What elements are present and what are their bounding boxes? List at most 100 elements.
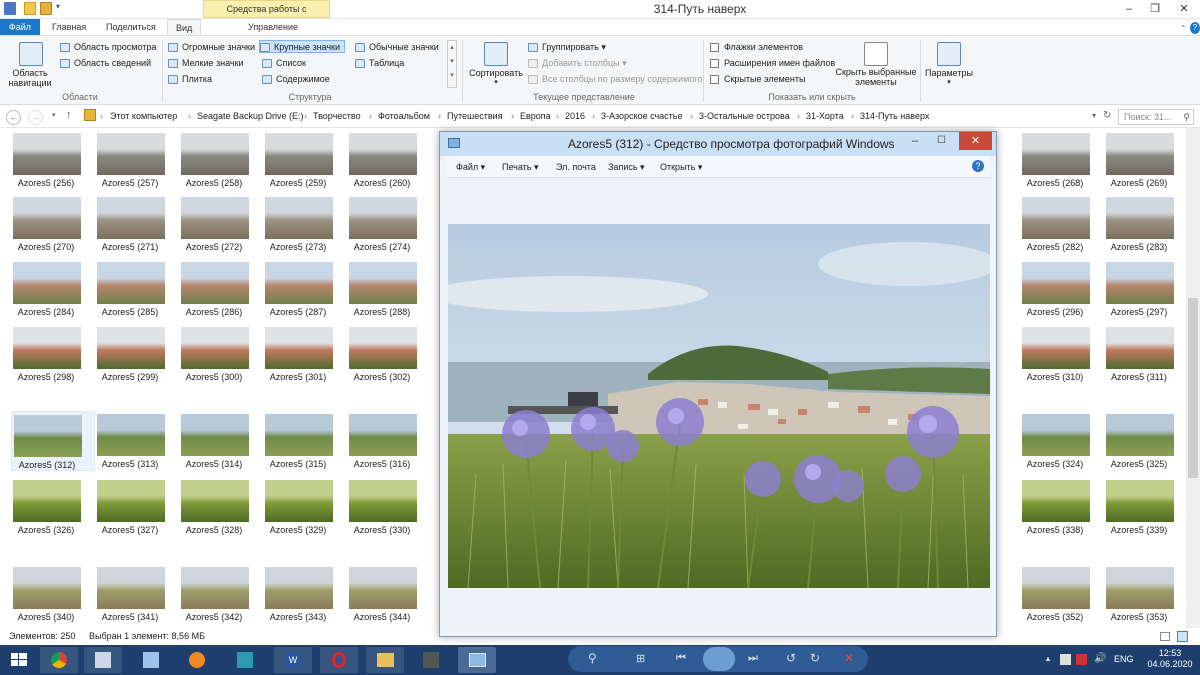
file-thumbnail[interactable]: Azores5 (256) [11, 130, 95, 190]
file-thumbnail[interactable]: Azores5 (353) [1104, 564, 1188, 624]
zoom-icon[interactable]: ⚲ [588, 651, 597, 665]
layout-scroll-icon[interactable]: ▴ ▾ ▾ [447, 40, 457, 88]
breadcrumb-separator-icon[interactable]: › [851, 111, 854, 121]
breadcrumb-separator-icon[interactable]: › [369, 111, 372, 121]
file-thumbnail[interactable]: Azores5 (298) [11, 324, 95, 384]
viewer-help-icon[interactable]: ? [972, 160, 984, 172]
breadcrumb-separator-icon[interactable]: › [690, 111, 693, 121]
viewer-menu-email[interactable]: Эл. почта [556, 162, 596, 172]
file-thumbnail[interactable]: Azores5 (258) [179, 130, 263, 190]
file-thumbnail[interactable]: Azores5 (313) [95, 411, 179, 471]
file-thumbnail[interactable]: Azores5 (257) [95, 130, 179, 190]
file-thumbnail[interactable]: Azores5 (287) [263, 259, 347, 319]
sort-dropdown-icon[interactable]: ▾ [468, 76, 524, 89]
navigation-pane-button[interactable]: Область навигации [4, 68, 56, 90]
layout-tiles[interactable]: Плитка [168, 73, 212, 86]
breadcrumb-separator-icon[interactable]: › [100, 111, 103, 121]
options-dropdown-icon[interactable]: ▾ [922, 76, 976, 89]
file-thumbnail[interactable]: Azores5 (272) [179, 194, 263, 254]
details-view-icon[interactable] [1160, 632, 1170, 641]
viewer-menu-burn[interactable]: Запись ▾ [608, 162, 645, 173]
ribbon-collapse-icon[interactable]: ⌃ [1180, 22, 1187, 35]
file-thumbnail[interactable]: Azores5 (301) [263, 324, 347, 384]
file-thumbnail[interactable]: Azores5 (270) [11, 194, 95, 254]
layout-large-icons[interactable]: Крупные значки [259, 40, 346, 53]
file-thumbnail[interactable]: Azores5 (300) [179, 324, 263, 384]
viewer-menu-open[interactable]: Открыть ▾ [660, 162, 702, 173]
scrollbar-thumb[interactable] [1188, 298, 1198, 478]
file-thumbnail[interactable]: Azores5 (268) [1020, 130, 1104, 190]
properties-icon[interactable] [24, 2, 36, 15]
breadcrumb-item[interactable]: Фотоальбом [378, 111, 430, 121]
file-thumbnail[interactable]: Azores5 (340) [11, 564, 95, 624]
file-thumbnail[interactable]: Azores5 (260) [347, 130, 431, 190]
layout-content[interactable]: Содержимое [262, 73, 330, 86]
file-thumbnail[interactable]: Azores5 (302) [347, 324, 431, 384]
file-thumbnail[interactable]: Azores5 (296) [1020, 259, 1104, 319]
history-dropdown-icon[interactable]: ▾ [52, 111, 56, 119]
file-thumbnail[interactable]: Azores5 (312) [11, 411, 95, 471]
sort-icon[interactable] [484, 42, 508, 66]
slideshow-button[interactable] [703, 647, 735, 671]
file-thumbnail[interactable]: Azores5 (341) [95, 564, 179, 624]
item-checkboxes-toggle[interactable]: Флажки элементов [710, 41, 803, 54]
breadcrumb-separator-icon[interactable]: › [188, 111, 191, 121]
delete-icon[interactable]: ✕ [844, 651, 854, 665]
tab-view[interactable]: Вид [167, 19, 202, 35]
preview-pane-button[interactable]: Область просмотра [60, 41, 156, 54]
media-player-taskbar-button[interactable] [178, 647, 216, 673]
next-icon[interactable]: ⏭ [748, 652, 758, 665]
breadcrumb-item[interactable]: 3-Остальные острова [699, 111, 790, 121]
file-thumbnail[interactable]: Azores5 (327) [95, 477, 179, 537]
hidden-items-toggle[interactable]: Скрытые элементы [710, 73, 805, 86]
checkbox[interactable] [710, 59, 719, 69]
file-thumbnail[interactable]: Azores5 (329) [263, 477, 347, 537]
options-icon[interactable] [937, 42, 961, 66]
breadcrumb-item[interactable]: Этот компьютер [110, 111, 177, 121]
tab-share[interactable]: Поделиться [98, 19, 164, 35]
file-thumbnail[interactable]: Azores5 (344) [347, 564, 431, 624]
file-thumbnail[interactable]: Azores5 (315) [263, 411, 347, 471]
group-by-button[interactable]: Группировать ▾ [528, 41, 606, 54]
viewer-menu-file[interactable]: Файл ▾ [456, 162, 485, 173]
video-editor-taskbar-button[interactable] [412, 647, 450, 673]
breadcrumb-item[interactable]: 3-Азорское счастье [601, 111, 683, 121]
tab-file[interactable]: Файл [0, 19, 40, 35]
tab-manage[interactable]: Управление [240, 19, 306, 35]
rotate-right-icon[interactable]: ↻ [810, 651, 820, 665]
details-pane-button[interactable]: Область сведений [60, 57, 151, 70]
file-thumbnail[interactable]: Azores5 (271) [95, 194, 179, 254]
file-thumbnail[interactable]: Azores5 (343) [263, 564, 347, 624]
breadcrumb-item[interactable]: Путешествия [447, 111, 503, 121]
breadcrumb-separator-icon[interactable]: › [797, 111, 800, 121]
forward-arrow-icon[interactable]: → [28, 110, 43, 125]
file-thumbnail[interactable]: Azores5 (269) [1104, 130, 1188, 190]
file-thumbnail[interactable]: Azores5 (324) [1020, 411, 1104, 471]
breadcrumb-item[interactable]: Творчество [313, 111, 361, 121]
back-arrow-icon[interactable]: ← [6, 110, 21, 125]
navigation-pane-icon[interactable] [19, 42, 43, 66]
viewer-maximize-button[interactable]: ☐ [937, 135, 946, 146]
security-icon[interactable] [1076, 654, 1087, 665]
file-thumbnail[interactable]: Azores5 (316) [347, 411, 431, 471]
search-input[interactable]: Поиск: 31... ⚲ [1118, 109, 1194, 125]
file-thumbnail[interactable]: Azores5 (338) [1020, 477, 1104, 537]
checkbox[interactable] [710, 43, 719, 53]
checkbox[interactable] [710, 75, 719, 85]
breadcrumb-item[interactable]: Европа [520, 111, 551, 121]
clock[interactable]: 12:53 04.06.2020 [1140, 648, 1200, 670]
file-thumbnail[interactable]: Azores5 (283) [1104, 194, 1188, 254]
breadcrumb-separator-icon[interactable]: › [304, 111, 307, 121]
breadcrumb-item[interactable]: 314-Путь наверх [860, 111, 929, 121]
refresh-icon[interactable]: ↻ [1103, 110, 1111, 121]
file-thumbnail[interactable]: Azores5 (342) [179, 564, 263, 624]
layout-details[interactable]: Таблица [355, 57, 404, 70]
photo-app-taskbar-button[interactable] [132, 647, 170, 673]
word-taskbar-button[interactable]: W [274, 647, 312, 673]
breadcrumb-item[interactable]: 31-Хорта [806, 111, 844, 121]
breadcrumb-item[interactable]: 2016 [565, 111, 585, 121]
hide-selected-icon[interactable] [864, 42, 888, 66]
tab-home[interactable]: Главная [44, 19, 94, 35]
file-thumbnail[interactable]: Azores5 (311) [1104, 324, 1188, 384]
close-button[interactable]: ✕ [1168, 0, 1200, 18]
